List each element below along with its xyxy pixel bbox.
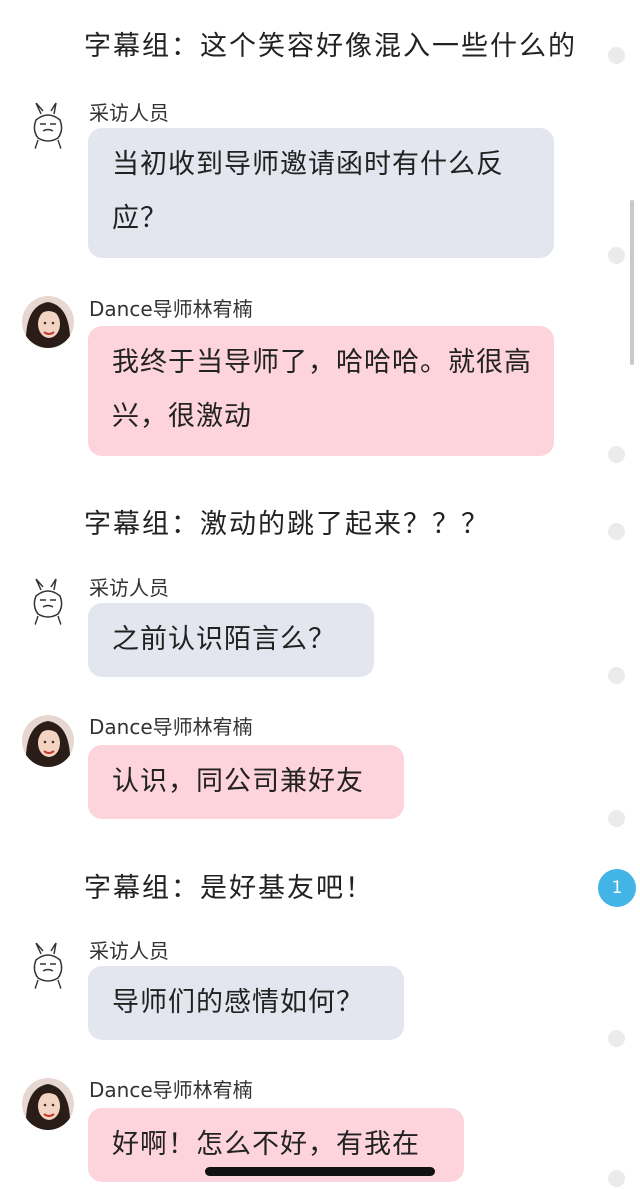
rabbit-doodle-icon: [22, 940, 74, 992]
mentor-avatar[interactable]: [22, 1078, 74, 1130]
message-status-dot: [608, 247, 625, 264]
message-bubble[interactable]: 我终于当导师了，哈哈哈。就很高兴，很激动: [88, 326, 554, 456]
interviewer-avatar[interactable]: [22, 940, 74, 992]
subtitle-caption: 字幕组：激动的跳了起来？？？: [84, 509, 490, 540]
mentor-avatar[interactable]: [22, 715, 74, 767]
home-indicator[interactable]: [205, 1167, 435, 1176]
message-bubble[interactable]: 之前认识陌言么？: [88, 603, 374, 677]
mentor-avatar[interactable]: [22, 296, 74, 348]
sender-name: Dance导师林宥楠: [89, 715, 253, 739]
subtitle-caption: 字幕组：是好基友吧！: [84, 873, 374, 904]
message-bubble[interactable]: 导师们的感情如何？: [88, 966, 404, 1040]
message-status-dot: [608, 667, 625, 684]
message-status-dot: [608, 446, 625, 463]
message-bubble[interactable]: 认识，同公司兼好友: [88, 745, 404, 819]
subtitle-caption: 字幕组：这个笑容好像混入一些什么的: [84, 31, 577, 62]
interviewer-avatar[interactable]: [22, 576, 74, 628]
sender-name: Dance导师林宥楠: [89, 1078, 253, 1102]
person-avatar: [22, 296, 74, 348]
message-status-dot: [608, 810, 625, 827]
person-avatar: [22, 1078, 74, 1130]
sender-name: 采访人员: [89, 939, 169, 963]
sender-name: Dance导师林宥楠: [89, 297, 253, 321]
interviewer-avatar[interactable]: [22, 100, 74, 152]
message-status-dot: [608, 1170, 625, 1187]
chat-screen: 字幕组：这个笑容好像混入一些什么的 采访人员 当初收到导师邀请函时有什么反应？ …: [0, 0, 640, 1189]
message-bubble[interactable]: 当初收到导师邀请函时有什么反应？: [88, 128, 554, 258]
rabbit-doodle-icon: [22, 576, 74, 628]
sender-name: 采访人员: [89, 101, 169, 125]
message-status-dot: [608, 47, 625, 64]
unread-count-badge[interactable]: 1: [598, 869, 636, 907]
sender-name: 采访人员: [89, 576, 169, 600]
scrollbar[interactable]: [630, 200, 634, 365]
message-status-dot: [608, 1030, 625, 1047]
rabbit-doodle-icon: [22, 100, 74, 152]
person-avatar: [22, 715, 74, 767]
message-status-dot: [608, 523, 625, 540]
